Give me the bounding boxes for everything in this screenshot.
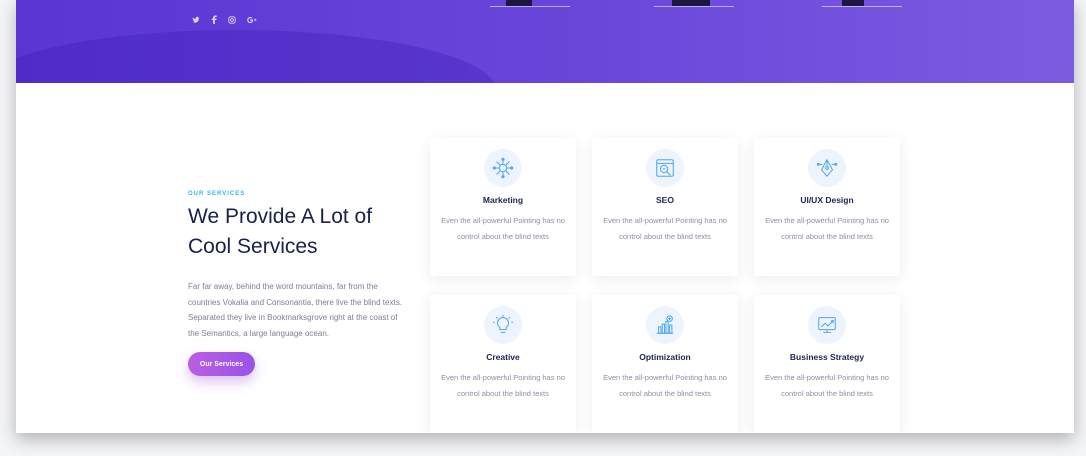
card-text: Even the all-powerful Pointing has no co…: [603, 216, 727, 241]
services-intro: OUR SERVICES We Provide A Lot of Cool Se…: [188, 191, 408, 376]
section-eyebrow: OUR SERVICES: [188, 191, 246, 197]
card-title: Marketing: [482, 195, 524, 205]
section-description: Far far away, behind the word mountains,…: [188, 282, 402, 338]
hero-figure: [672, 0, 710, 6]
service-card-optimization[interactable]: Optimization Even the all-powerful Point…: [592, 295, 738, 433]
social-links: [192, 15, 257, 28]
hero-figure: [842, 0, 864, 6]
service-card-creative[interactable]: Creative Even the all-powerful Pointing …: [430, 295, 576, 433]
hero-banner: [16, 0, 1074, 83]
facebook-icon[interactable]: [211, 15, 217, 28]
marketing-icon: [484, 149, 522, 187]
hero-figure: [506, 0, 532, 6]
service-card-ui-ux-design[interactable]: UI/UX Design Even the all-powerful Point…: [754, 138, 900, 276]
card-title: Optimization: [639, 352, 691, 362]
card-title: UI/UX Design: [800, 195, 854, 205]
hero-wave: [16, 30, 496, 83]
card-text: Even the all-powerful Pointing has no co…: [765, 216, 889, 241]
our-services-button[interactable]: Our Services: [188, 352, 255, 376]
lightbulb-icon: [484, 306, 522, 344]
hero-divider: [654, 6, 734, 7]
design-icon: [808, 149, 846, 187]
page: OUR SERVICES We Provide A Lot of Cool Se…: [16, 0, 1074, 433]
card-text: Even the all-powerful Pointing has no co…: [603, 373, 727, 398]
service-card-marketing[interactable]: Marketing Even the all-powerful Pointing…: [430, 138, 576, 276]
service-card-business-strategy[interactable]: Business Strategy Even the all-powerful …: [754, 295, 900, 433]
service-card-seo[interactable]: SEO Even the all-powerful Pointing has n…: [592, 138, 738, 276]
strategy-icon: [808, 306, 846, 344]
card-text: Even the all-powerful Pointing has no co…: [441, 373, 565, 398]
twitter-icon[interactable]: [192, 16, 200, 28]
card-text: Even the all-powerful Pointing has no co…: [765, 373, 889, 398]
google-plus-icon[interactable]: [247, 16, 257, 28]
instagram-icon[interactable]: [228, 15, 236, 28]
card-title: SEO: [656, 195, 674, 205]
card-title: Creative: [486, 352, 520, 362]
section-headline: We Provide A Lot of Cool Services: [188, 205, 373, 258]
hero-divider: [822, 6, 902, 7]
chart-icon: [646, 306, 684, 344]
card-title: Business Strategy: [789, 352, 865, 362]
seo-icon: [646, 149, 684, 187]
hero-divider: [490, 6, 570, 7]
card-text: Even the all-powerful Pointing has no co…: [441, 216, 565, 241]
